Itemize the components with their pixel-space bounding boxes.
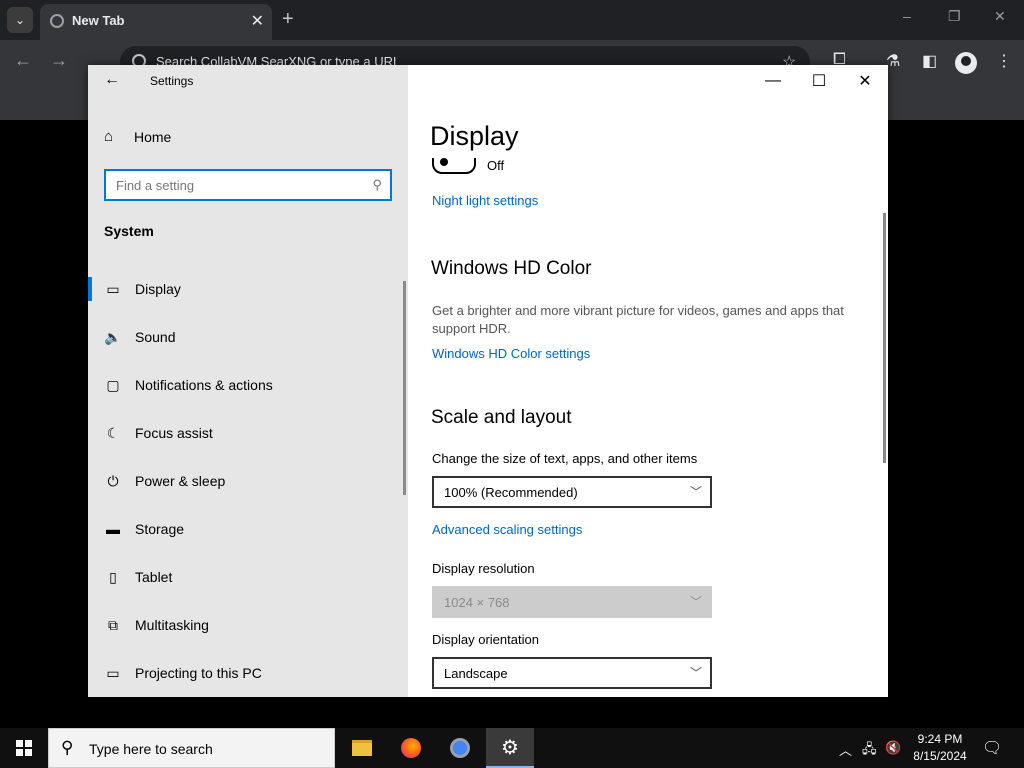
sidebar-item-focus-assist[interactable]: ☾ Focus assist bbox=[88, 409, 408, 457]
file-explorer-icon[interactable] bbox=[338, 728, 386, 768]
tablet-icon: ▯ bbox=[109, 568, 117, 585]
scale-value: 100% (Recommended) bbox=[444, 485, 578, 500]
scale-dropdown[interactable]: 100% (Recommended) ﹀ bbox=[432, 476, 712, 508]
back-arrow-icon[interactable]: ← bbox=[14, 50, 32, 71]
sidebar-item-tablet[interactable]: ▯ Tablet bbox=[88, 553, 408, 601]
sidebar-item-label: Power & sleep bbox=[135, 473, 226, 489]
hd-color-heading: Windows HD Color bbox=[431, 258, 592, 279]
globe-icon bbox=[50, 14, 64, 28]
tab-strip: ⌄ New Tab ✕ + – ❐ ✕ bbox=[0, 0, 1024, 40]
section-title: System bbox=[104, 223, 154, 239]
display-content: Display Off Night light settings Windows… bbox=[408, 65, 888, 697]
sidebar-item-notifications[interactable]: ▢ Notifications & actions bbox=[88, 361, 408, 409]
content-scrollbar[interactable] bbox=[883, 213, 886, 463]
night-light-state: Off bbox=[487, 158, 505, 173]
search-icon: ⚲ bbox=[372, 177, 382, 192]
night-light-toggle[interactable] bbox=[432, 158, 476, 174]
home-label: Home bbox=[134, 128, 172, 145]
taskbar-search-box[interactable]: ⚲ Type here to search bbox=[48, 728, 335, 768]
multitasking-icon: ⧉ bbox=[108, 616, 118, 633]
start-button[interactable] bbox=[0, 728, 48, 768]
sidebar-item-sound[interactable]: 🔈 Sound bbox=[88, 313, 408, 361]
scale-label: Change the size of text, apps, and other… bbox=[432, 451, 698, 466]
sidebar-item-label: Sound bbox=[135, 329, 176, 345]
settings-search-input[interactable] bbox=[106, 171, 356, 199]
settings-window: ← Settings ⌂ Home ⚲ System ▭ Display 🔈 S… bbox=[88, 65, 888, 697]
tab-close-button[interactable]: ✕ bbox=[251, 11, 264, 31]
sidebar-scrollbar[interactable] bbox=[403, 281, 406, 495]
show-hidden-icons-icon[interactable]: ︿ bbox=[839, 740, 852, 759]
sidebar-item-label: Tablet bbox=[135, 569, 173, 585]
chrome-icon[interactable] bbox=[436, 728, 484, 768]
home-link[interactable]: ⌂ Home bbox=[104, 128, 171, 145]
advanced-scaling-link[interactable]: Advanced scaling settings bbox=[432, 522, 582, 537]
labs-icon[interactable]: ⚗ bbox=[886, 51, 900, 71]
search-icon: ⚲ bbox=[61, 738, 74, 757]
taskbar: ⚲ Type here to search ⚙ ︿ 🖧 🔇 9:24 PM 8/… bbox=[0, 728, 1024, 768]
hd-color-description: Get a brighter and more vibrant picture … bbox=[432, 303, 844, 336]
sidebar-item-label: Notifications & actions bbox=[135, 377, 273, 393]
orientation-value: Landscape bbox=[444, 666, 508, 681]
clock-date: 8/15/2024 bbox=[913, 749, 967, 763]
network-icon[interactable]: 🖧 bbox=[862, 740, 877, 762]
browser-close-button[interactable]: ✕ bbox=[994, 8, 1006, 25]
app-title: Settings bbox=[150, 74, 194, 88]
sidebar-icon[interactable]: ◧ bbox=[922, 51, 937, 71]
browser-restore-button[interactable]: ❐ bbox=[948, 8, 961, 25]
settings-nav-list: ▭ Display 🔈 Sound ▢ Notifications & acti… bbox=[88, 265, 408, 697]
sidebar-item-label: Focus assist bbox=[135, 425, 213, 441]
browser-minimize-button[interactable]: – bbox=[903, 8, 911, 24]
notification-icon: ▢ bbox=[106, 376, 120, 393]
settings-icon[interactable]: ⚙ bbox=[486, 728, 534, 768]
sidebar-item-projecting[interactable]: ▭ Projecting to this PC bbox=[88, 649, 408, 697]
storage-icon: ▬ bbox=[106, 521, 120, 537]
project-icon: ▭ bbox=[106, 664, 120, 681]
orientation-dropdown[interactable]: Landscape ﹀ bbox=[432, 657, 712, 689]
settings-search-box[interactable]: ⚲ bbox=[104, 169, 392, 201]
orientation-label: Display orientation bbox=[432, 632, 539, 647]
forward-arrow-icon[interactable]: → bbox=[50, 50, 68, 71]
taskbar-search-placeholder: Type here to search bbox=[89, 741, 213, 757]
scale-layout-heading: Scale and layout bbox=[431, 407, 572, 428]
back-arrow-icon[interactable]: ← bbox=[104, 71, 120, 89]
chevron-down-icon: ﹀ bbox=[689, 485, 702, 499]
resolution-value: 1024 × 768 bbox=[444, 595, 510, 610]
power-icon: ⏻ bbox=[107, 472, 119, 489]
new-tab-button[interactable]: + bbox=[282, 8, 294, 31]
volume-muted-icon[interactable]: 🔇 bbox=[885, 740, 901, 756]
chevron-down-icon: ﹀ bbox=[689, 595, 702, 609]
settings-sidebar: ← Settings ⌂ Home ⚲ System ▭ Display 🔈 S… bbox=[88, 65, 408, 697]
chevron-down-icon: ﹀ bbox=[689, 666, 702, 680]
sidebar-item-label: Projecting to this PC bbox=[135, 665, 262, 681]
sidebar-item-display[interactable]: ▭ Display bbox=[88, 265, 408, 313]
profile-icon[interactable] bbox=[955, 52, 977, 74]
menu-icon[interactable]: ⋮ bbox=[996, 51, 1012, 71]
chevron-down-icon[interactable]: ⌄ bbox=[7, 7, 33, 33]
clock-time: 9:24 PM bbox=[917, 732, 963, 746]
notification-center-icon[interactable]: 🗨 bbox=[982, 738, 1002, 758]
page-title: Display bbox=[430, 121, 519, 151]
night-light-settings-link[interactable]: Night light settings bbox=[432, 193, 538, 208]
browser-tab[interactable]: New Tab ✕ bbox=[40, 4, 272, 40]
resolution-dropdown: 1024 × 768 ﹀ bbox=[432, 586, 712, 618]
sidebar-item-label: Display bbox=[135, 281, 181, 297]
sidebar-item-power-sleep[interactable]: ⏻ Power & sleep bbox=[88, 457, 408, 505]
firefox-icon[interactable] bbox=[387, 728, 435, 768]
sidebar-item-label: Multitasking bbox=[135, 617, 209, 633]
tab-title: New Tab bbox=[72, 13, 125, 28]
speaker-icon: 🔈 bbox=[104, 328, 122, 345]
sidebar-item-storage[interactable]: ▬ Storage bbox=[88, 505, 408, 553]
moon-icon: ☾ bbox=[106, 424, 120, 441]
resolution-label: Display resolution bbox=[432, 561, 535, 576]
hd-color-settings-link[interactable]: Windows HD Color settings bbox=[432, 346, 590, 361]
sidebar-item-label: Storage bbox=[135, 521, 185, 537]
system-clock[interactable]: 9:24 PM 8/15/2024 bbox=[905, 731, 975, 765]
monitor-icon: ▭ bbox=[106, 280, 120, 297]
home-icon: ⌂ bbox=[104, 128, 114, 145]
windows-logo-icon bbox=[16, 740, 32, 756]
sidebar-item-multitasking[interactable]: ⧉ Multitasking bbox=[88, 601, 408, 649]
